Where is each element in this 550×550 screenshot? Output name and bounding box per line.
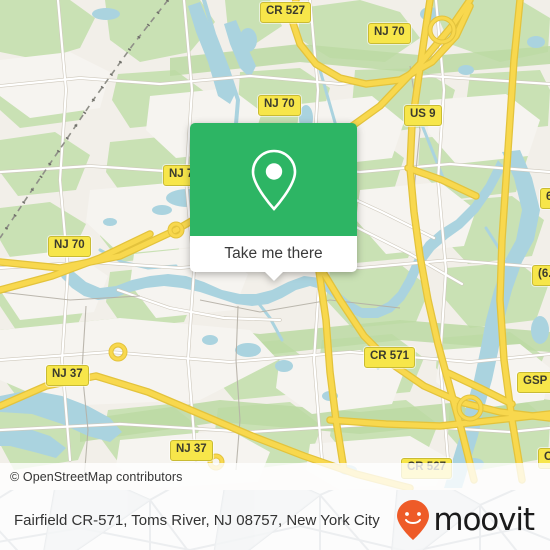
callout-action-label: Take me there (224, 245, 323, 262)
road-shield: GSP (517, 372, 550, 393)
moovit-logo[interactable]: moovit (396, 499, 538, 541)
road-shield: NJ 70 (368, 23, 411, 44)
road-shield: NJ 70 (258, 95, 301, 116)
road-shield: CR 571 (364, 347, 415, 368)
road-shield: 6 (540, 188, 550, 209)
road-shield: NJ 37 (46, 365, 89, 386)
osm-attribution-text: © OpenStreetMap contributors (10, 469, 183, 484)
road-shield: US 9 (404, 105, 442, 126)
road-shield: NJ 37 (170, 440, 213, 461)
road-shield: NJ 70 (48, 236, 91, 257)
moovit-wordmark: moovit (433, 502, 535, 538)
moovit-pin-icon (397, 500, 430, 540)
road-shield: (6.. (532, 265, 550, 286)
take-me-there-callout[interactable]: Take me there (190, 123, 357, 281)
osm-attribution-bar: © OpenStreetMap contributors (0, 463, 550, 490)
callout-pin-area (190, 123, 357, 236)
callout-action-bar[interactable]: Take me there (190, 236, 357, 281)
location-address: Fairfield CR-571, Toms River, NJ 08757, … (14, 511, 380, 529)
moovit-location-card: CR 527NJ 70NJ 70US 9NJ 70NJ 706(6..NJ 37… (0, 0, 550, 550)
callout-tail (264, 272, 283, 281)
road-shield: CR 527 (260, 2, 311, 23)
map-canvas[interactable]: CR 527NJ 70NJ 70US 9NJ 70NJ 706(6..NJ 37… (0, 0, 550, 490)
map-pin-icon (251, 149, 296, 211)
footer-bar: Fairfield CR-571, Toms River, NJ 08757, … (0, 490, 550, 550)
